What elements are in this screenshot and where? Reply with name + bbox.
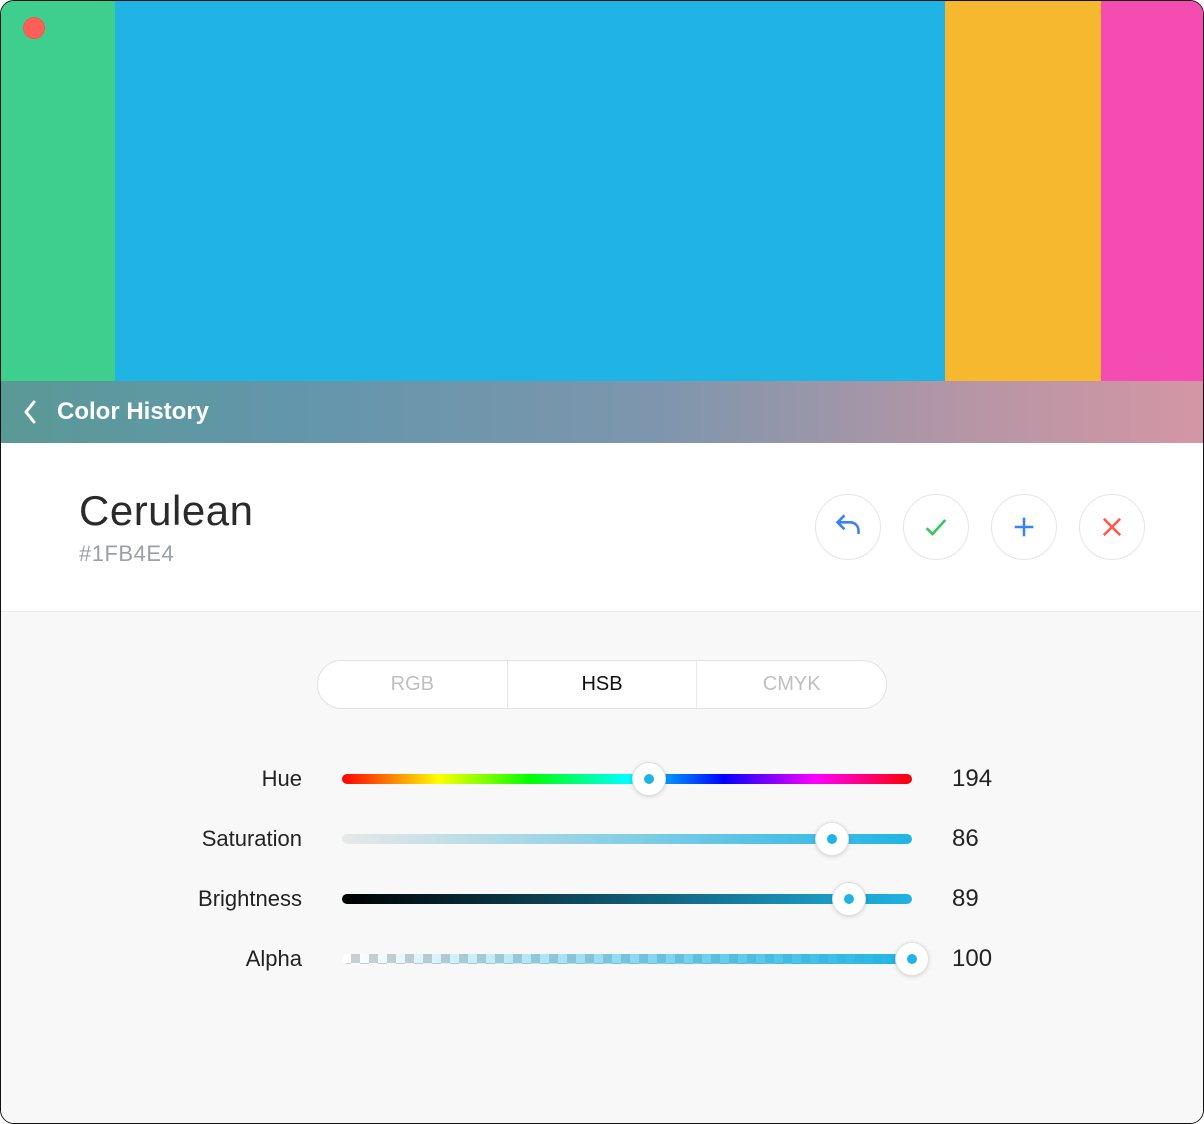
brightness-label: Brightness — [122, 886, 302, 912]
mode-hsb[interactable]: HSB — [507, 661, 697, 708]
chevron-left-icon — [23, 400, 37, 424]
color-actions — [815, 494, 1145, 560]
color-identity: Cerulean #1FB4E4 — [79, 487, 253, 567]
slider-rows: Hue 194 Saturation 86 Brightness 89 — [122, 749, 1082, 989]
hue-thumb[interactable] — [632, 762, 666, 796]
saturation-label: Saturation — [122, 826, 302, 852]
alpha-value: 100 — [952, 945, 1072, 973]
close-icon — [1098, 513, 1126, 541]
color-picker-window: Color History Cerulean #1FB4E4 — [0, 0, 1204, 1124]
hue-value: 194 — [952, 765, 1072, 793]
alpha-row: Alpha 100 — [122, 929, 1082, 989]
mode-rgb[interactable]: RGB — [318, 661, 507, 708]
palette-swatch[interactable] — [1101, 1, 1203, 381]
saturation-slider[interactable] — [342, 834, 912, 844]
plus-icon — [1010, 513, 1038, 541]
palette-row — [1, 1, 1203, 381]
saturation-row: Saturation 86 — [122, 809, 1082, 869]
delete-button[interactable] — [1079, 494, 1145, 560]
brightness-row: Brightness 89 — [122, 869, 1082, 929]
alpha-thumb[interactable] — [895, 942, 929, 976]
accept-button[interactable] — [903, 494, 969, 560]
check-icon — [922, 513, 950, 541]
color-history-bar[interactable]: Color History — [1, 381, 1203, 443]
saturation-thumb[interactable] — [815, 822, 849, 856]
undo-button[interactable] — [815, 494, 881, 560]
color-editor: RGB HSB CMYK Hue 194 Saturation 86 Brigh… — [1, 612, 1203, 1123]
palette-swatch[interactable] — [115, 1, 944, 381]
alpha-label: Alpha — [122, 946, 302, 972]
color-hex: #1FB4E4 — [79, 541, 253, 567]
color-mode-segmented: RGB HSB CMYK — [317, 660, 887, 709]
palette-swatch[interactable] — [1, 1, 115, 381]
alpha-slider[interactable] — [342, 954, 912, 964]
close-window-icon[interactable] — [23, 17, 45, 39]
mode-cmyk[interactable]: CMYK — [696, 661, 886, 708]
brightness-value: 89 — [952, 885, 1072, 913]
hue-slider[interactable] — [342, 774, 912, 784]
brightness-slider[interactable] — [342, 894, 912, 904]
brightness-thumb[interactable] — [832, 882, 866, 916]
color-name: Cerulean — [79, 487, 253, 535]
hue-row: Hue 194 — [122, 749, 1082, 809]
palette-swatch[interactable] — [945, 1, 1101, 381]
color-header: Cerulean #1FB4E4 — [1, 443, 1203, 612]
undo-icon — [834, 513, 862, 541]
add-button[interactable] — [991, 494, 1057, 560]
color-history-title: Color History — [57, 398, 209, 426]
saturation-value: 86 — [952, 825, 1072, 853]
hue-label: Hue — [122, 766, 302, 792]
